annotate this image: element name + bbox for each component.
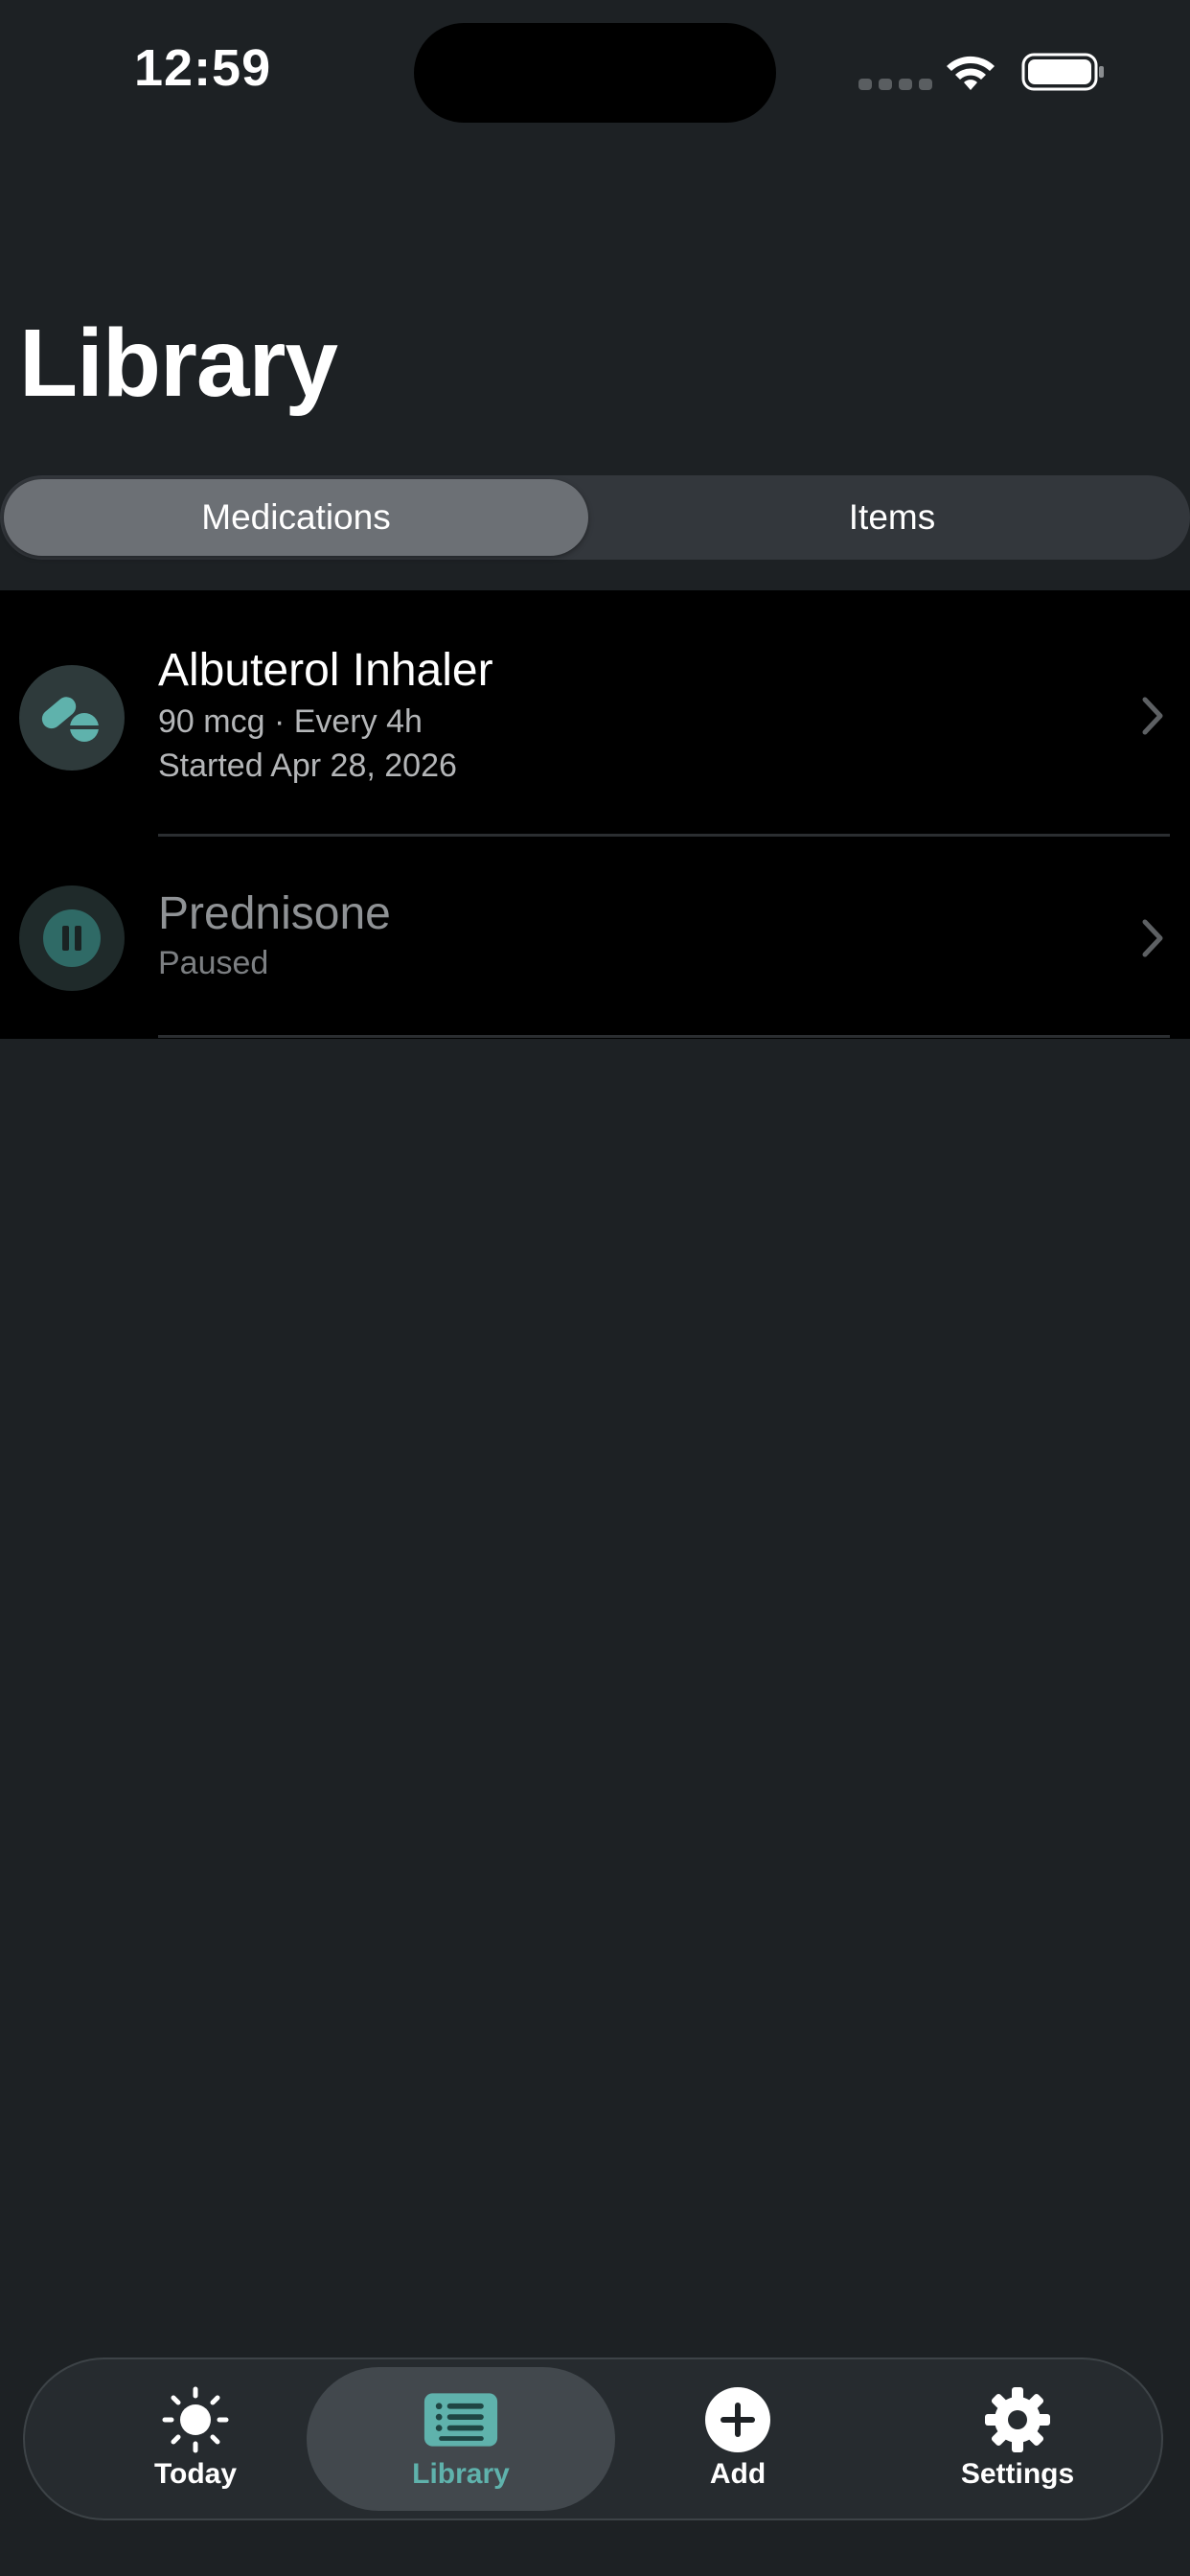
tab-today[interactable]: Today xyxy=(100,2359,291,2518)
tab-library[interactable]: Library xyxy=(307,2367,615,2511)
tab-label: Settings xyxy=(960,2458,1075,2490)
battery-icon xyxy=(1021,53,1104,91)
tab-settings[interactable]: Settings xyxy=(912,2359,1123,2518)
medication-avatar xyxy=(19,886,125,991)
medication-avatar xyxy=(19,665,125,770)
cellular-signal-icon xyxy=(858,79,932,90)
chevron-right-icon xyxy=(1142,919,1163,957)
list-icon xyxy=(423,2393,498,2447)
tab-label: Today xyxy=(153,2458,238,2490)
list-item[interactable]: Prednisone Paused xyxy=(0,836,1190,1039)
list-item[interactable]: Albuterol Inhaler 90 mcg · Every 4h Star… xyxy=(0,590,1190,837)
medication-name: Albuterol Inhaler xyxy=(158,645,493,696)
dynamic-island xyxy=(414,23,776,123)
tab-add[interactable]: Add xyxy=(632,2359,843,2518)
gear-icon xyxy=(985,2387,1050,2452)
tab-label: Library xyxy=(412,2458,510,2490)
pills-icon xyxy=(41,697,100,742)
segment-medications[interactable]: Medications xyxy=(4,479,588,556)
chevron-right-icon xyxy=(1142,697,1163,735)
medication-list: Albuterol Inhaler 90 mcg · Every 4h Star… xyxy=(0,590,1190,1039)
library-screen: 12:59 Library Medications Items Albutero… xyxy=(0,0,1190,2576)
plus-circle-icon xyxy=(705,2387,770,2452)
divider xyxy=(158,1035,1170,1038)
page-title: Library xyxy=(19,310,338,417)
medication-status: Paused xyxy=(158,945,269,981)
medication-dose: 90 mcg · Every 4h xyxy=(158,703,423,740)
medication-start-date: Started Apr 28, 2026 xyxy=(158,748,457,784)
tab-bar: Today Library Add Settings xyxy=(23,2358,1163,2520)
segmented-control: Medications Items xyxy=(0,475,1190,560)
tab-label: Add xyxy=(709,2458,767,2490)
medication-name: Prednisone xyxy=(158,888,391,939)
wifi-icon xyxy=(947,56,995,90)
status-time: 12:59 xyxy=(134,39,272,97)
pause-icon xyxy=(43,909,101,967)
segment-items[interactable]: Items xyxy=(594,479,1190,556)
sun-icon xyxy=(162,2386,229,2453)
